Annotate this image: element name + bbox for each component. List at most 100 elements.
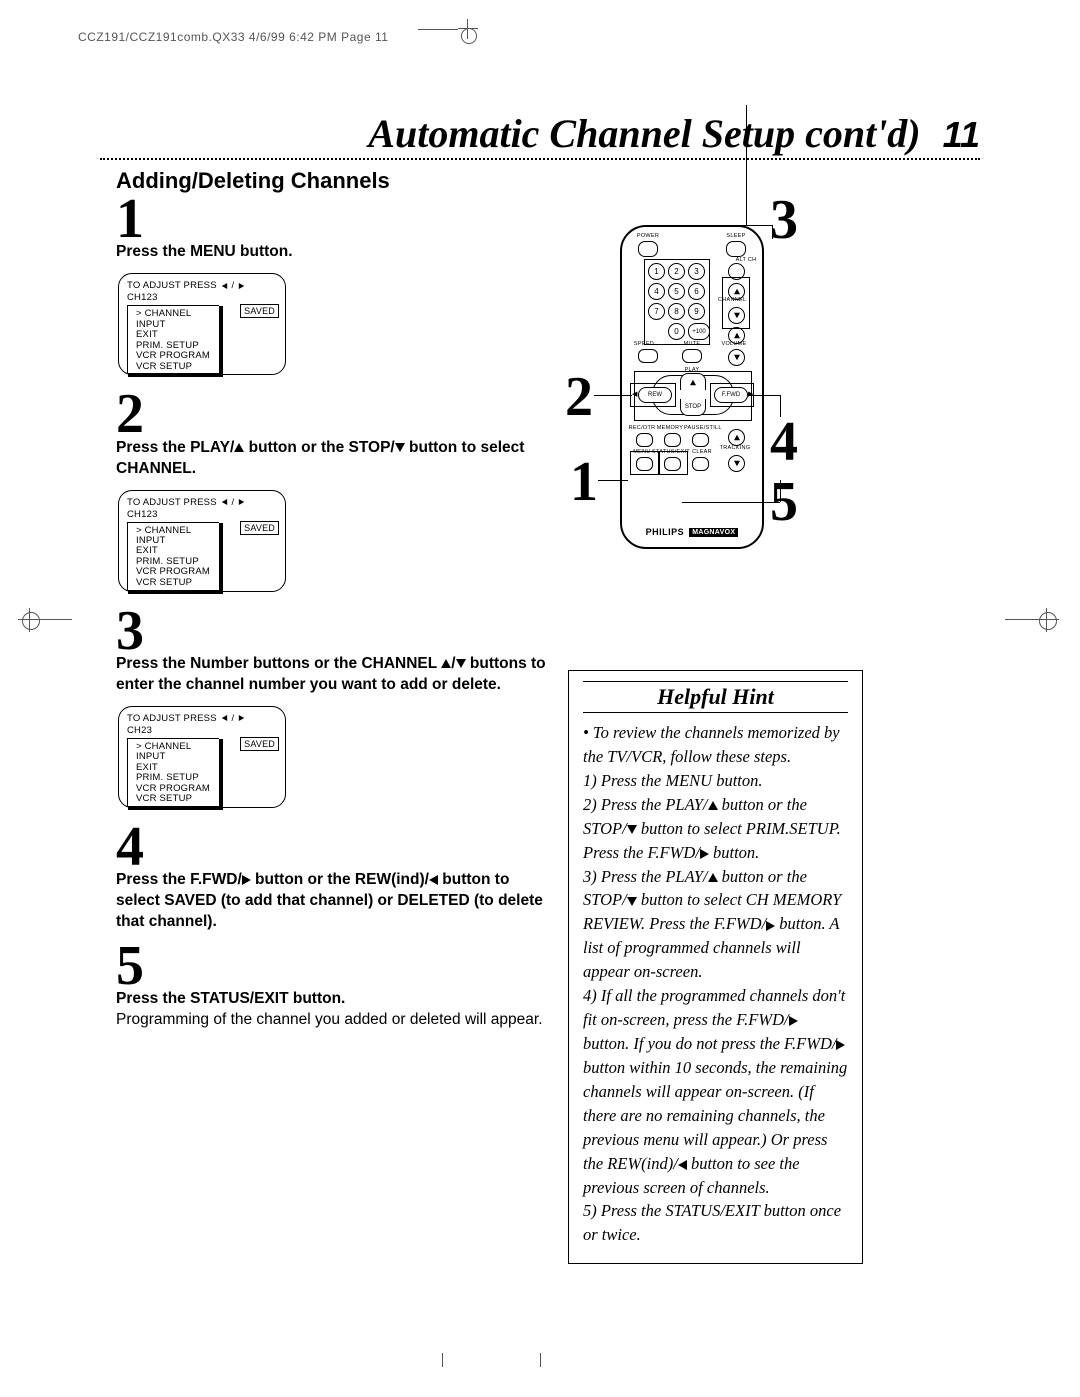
speed-button[interactable] [638, 349, 658, 363]
triangle-right-icon [836, 1040, 845, 1050]
t: 2) Press the PLAY/ [583, 795, 708, 814]
t: To review the channels memorized by the … [583, 723, 840, 766]
osd-menu: > CHANNEL INPUT EXIT PRIM. SETUP VCR PRO… [127, 522, 219, 590]
osd-header: TO ADJUST PRESS / [127, 713, 279, 724]
osd-row: VCR SETUP [136, 794, 215, 804]
remote-outline: POWER SLEEP ALT CH 1 2 3 4 5 6 CHANNEL 7… [620, 225, 764, 549]
pausestill-button[interactable] [692, 433, 709, 447]
triangle-down-icon [395, 443, 405, 452]
tracking-down-button[interactable] [728, 455, 745, 472]
step-number: 3 [116, 606, 556, 656]
osd-screen-1: TO ADJUST PRESS / CH123 SAVED > CHANNEL … [118, 273, 286, 375]
volume-down-button[interactable] [728, 349, 745, 366]
brand-magnavox: MAGNAVOX [689, 528, 738, 537]
power-button[interactable] [638, 241, 658, 257]
step-body: Programming of the channel you added or … [116, 1010, 556, 1031]
triangle-down-icon [456, 659, 466, 668]
triangle-right-icon [789, 1016, 798, 1026]
t: button. [709, 843, 759, 862]
step-number: 4 [116, 822, 556, 872]
triangle-up-icon [734, 435, 740, 440]
step-4: 4 Press the F.FWD/ button or the REW(ind… [116, 822, 556, 933]
callout-line [746, 105, 747, 225]
hint-title: Helpful Hint [583, 684, 848, 710]
step-number: 5 [116, 941, 556, 991]
osd-row: VCR PROGRAM [136, 351, 215, 361]
remote-diagram: POWER SLEEP ALT CH 1 2 3 4 5 6 CHANNEL 7… [620, 190, 790, 560]
osd-screen-2: TO ADJUST PRESS / CH123 SAVED > CHANNEL … [118, 490, 286, 592]
callout-line [594, 395, 632, 396]
memory-button[interactable] [664, 433, 681, 447]
triangle-right-icon [239, 715, 244, 721]
clear-button[interactable] [692, 457, 709, 471]
osd-header-text: TO ADJUST PRESS [127, 497, 217, 508]
label-pausestill: PAUSE/STILL [684, 425, 720, 431]
t: button or the REW(ind)/ [251, 871, 429, 888]
label-volume: VOLUME [720, 341, 748, 347]
callout-line [750, 395, 780, 396]
osd-header-text: TO ADJUST PRESS [127, 280, 217, 291]
sleep-button[interactable] [726, 241, 746, 257]
step-number: 2 [116, 389, 556, 439]
crop-tick-icon [540, 1353, 541, 1367]
step-1: 1 Press the MENU button. [116, 194, 556, 263]
osd-header: TO ADJUST PRESS / [127, 280, 279, 291]
step-number: 1 [116, 194, 556, 244]
triangle-up-icon [708, 801, 718, 810]
step-3: 3 Press the Number buttons or the CHANNE… [116, 606, 556, 696]
remote-brand: PHILIPS MAGNAVOX [622, 527, 762, 537]
callout-line [598, 480, 628, 481]
page-title-text: Automatic Channel Setup cont'd) [368, 111, 920, 156]
callout-line [682, 502, 780, 503]
title-rule [100, 158, 980, 160]
label-recotr: REC/OTR [628, 425, 656, 431]
t: 4) If all the programmed channels don't … [583, 986, 845, 1029]
registration-mark-icon [18, 608, 42, 632]
triangle-left-icon [221, 715, 226, 721]
mute-button[interactable] [682, 349, 702, 363]
osd-row: VCR SETUP [136, 362, 215, 372]
registration-mark-icon [418, 25, 478, 45]
step-5: 5 Press the STATUS/EXIT button. Programm… [116, 941, 556, 1031]
tracking-up-button[interactable] [728, 429, 745, 446]
label-tracking: TRACKING [718, 445, 752, 451]
callout-box-3b [722, 277, 750, 329]
osd-header: TO ADJUST PRESS / [127, 497, 279, 508]
osd-saved-badge: SAVED [240, 521, 279, 535]
triangle-down-icon [627, 825, 637, 834]
triangle-up-icon [234, 443, 244, 452]
step-text: Press the STATUS/EXIT button. [116, 989, 556, 1010]
osd-menu: > CHANNEL INPUT EXIT PRIM. SETUP VCR PRO… [127, 738, 219, 806]
osd-header-text: TO ADJUST PRESS [127, 713, 217, 724]
osd-screen-3: TO ADJUST PRESS / CH23 SAVED > CHANNEL I… [118, 706, 286, 808]
callout-number-4: 4 [770, 410, 798, 474]
recotr-button[interactable] [636, 433, 653, 447]
t: Press the Number buttons or the CHANNEL [116, 655, 441, 672]
crop-tick-icon [442, 1353, 443, 1367]
osd-channel-indicator: CH123 [127, 292, 279, 303]
triangle-right-icon [239, 499, 244, 505]
t: Press the F.FWD/ [116, 871, 242, 888]
callout-box-5 [658, 451, 688, 475]
brand-philips: PHILIPS [646, 527, 685, 537]
t: 3) Press the PLAY/ [583, 867, 708, 886]
triangle-down-icon [734, 461, 740, 466]
triangle-right-icon [766, 921, 775, 931]
callout-line [708, 225, 772, 226]
triangle-left-icon [221, 283, 226, 289]
triangle-down-icon [627, 897, 637, 906]
osd-menu: > CHANNEL INPUT EXIT PRIM. SETUP VCR PRO… [127, 305, 219, 373]
callout-number-3: 3 [770, 188, 798, 252]
hint-body: To review the channels memorized by the … [583, 721, 848, 1247]
step-text: Press the MENU button. [116, 242, 556, 263]
triangle-left-icon [221, 499, 226, 505]
step-text: Press the Number buttons or the CHANNEL … [116, 654, 556, 696]
callout-box-3 [644, 259, 710, 345]
label-power: POWER [634, 233, 662, 239]
bullet-icon [583, 723, 593, 742]
triangle-up-icon [441, 659, 451, 668]
triangle-left-icon [678, 1160, 687, 1170]
osd-saved-badge: SAVED [240, 304, 279, 318]
callout-box-1 [630, 451, 660, 475]
callout-number-2: 2 [565, 365, 593, 429]
